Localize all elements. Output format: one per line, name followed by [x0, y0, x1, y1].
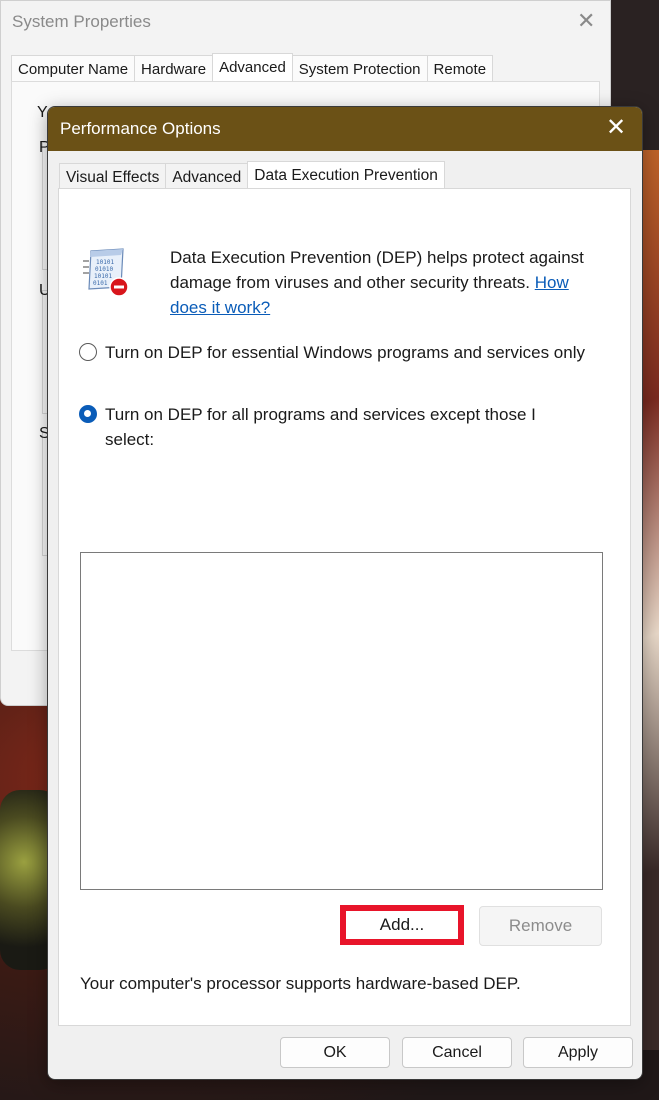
system-properties-title: System Properties	[12, 12, 151, 31]
tab-computer-name[interactable]: Computer Name	[11, 55, 136, 81]
dep-description: Data Execution Prevention (DEP) helps pr…	[170, 245, 610, 320]
tab-advanced[interactable]: Advanced	[212, 53, 293, 81]
svg-text:01010: 01010	[95, 266, 113, 273]
radio-button[interactable]	[79, 343, 97, 361]
radio-label-essential: Turn on DEP for essential Windows progra…	[105, 343, 585, 362]
dep-document-icon: 10101 01010 10101 0101	[83, 248, 129, 297]
svg-text:10101: 10101	[96, 259, 114, 266]
dialog-titlebar[interactable]: Performance Options ✕	[48, 107, 642, 151]
radio-button-selected[interactable]	[79, 405, 97, 423]
tab-visual-effects[interactable]: Visual Effects	[59, 163, 167, 189]
system-properties-tabs: Computer Name Hardware Advanced System P…	[11, 53, 494, 81]
ok-button[interactable]: OK	[280, 1037, 390, 1068]
tab-system-protection[interactable]: System Protection	[291, 55, 428, 81]
dep-option-all-except[interactable]: Turn on DEP for all programs and service…	[79, 402, 589, 452]
performance-options-dialog: Performance Options ✕ Visual Effects Adv…	[47, 106, 643, 1080]
cancel-button[interactable]: Cancel	[402, 1037, 512, 1068]
close-icon[interactable]: ✕	[606, 115, 626, 141]
performance-tabs: Visual Effects Advanced Data Execution P…	[59, 161, 445, 189]
tab-remote[interactable]: Remote	[426, 55, 494, 81]
excluded-programs-list[interactable]	[80, 552, 603, 890]
dep-option-essential[interactable]: Turn on DEP for essential Windows progra…	[79, 340, 589, 365]
remove-button[interactable]: Remove	[479, 906, 602, 946]
tab-advanced[interactable]: Advanced	[165, 163, 249, 189]
add-button[interactable]: Add...	[340, 905, 464, 945]
dep-panel: 10101 01010 10101 0101 Data Execution Pr…	[58, 188, 631, 1026]
apply-button[interactable]: Apply	[523, 1037, 633, 1068]
dep-status-text: Your computer's processor supports hardw…	[80, 974, 521, 993]
svg-text:10101: 10101	[94, 273, 112, 280]
dep-description-text: Data Execution Prevention (DEP) helps pr…	[170, 248, 584, 292]
radio-label-all-except: Turn on DEP for all programs and service…	[105, 405, 536, 449]
svg-text:0101: 0101	[93, 280, 108, 287]
dialog-title: Performance Options	[60, 119, 221, 138]
tab-data-execution-prevention[interactable]: Data Execution Prevention	[247, 161, 445, 189]
tab-hardware[interactable]: Hardware	[134, 55, 214, 81]
close-icon[interactable]: ✕	[577, 9, 595, 33]
